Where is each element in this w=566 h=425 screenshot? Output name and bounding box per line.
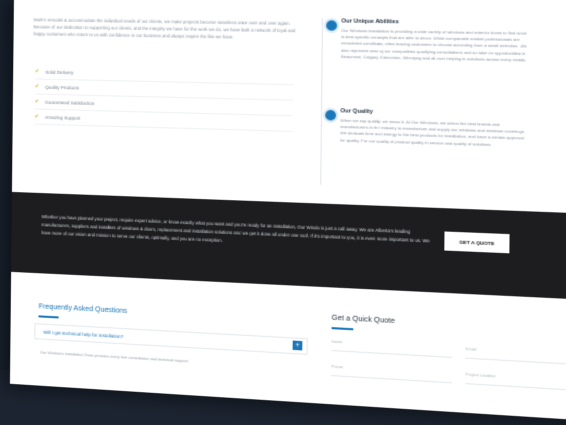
feature-quality: Our Quality When we say quality, we mean…: [322, 107, 533, 147]
get-a-quote-button[interactable]: GET A QUOTE: [444, 231, 510, 254]
feature-text: When we say quality, we mean it. At Our …: [340, 117, 526, 147]
banner-text: Whether you have planned your project, r…: [41, 214, 430, 244]
heading-underline: [38, 315, 59, 318]
faq-answer: Our Window's Installation Team provides …: [40, 350, 189, 364]
phone-field[interactable]: Phone: [331, 364, 452, 384]
badge-icon: [323, 18, 340, 33]
website-page: Mark's remodel & accommodate the individ…: [9, 0, 566, 425]
feature-text: Our Windows installation is providing a …: [340, 27, 527, 63]
plus-icon[interactable]: +: [292, 340, 303, 351]
check-icon: ✔: [34, 98, 40, 105]
benefits-list: ✔ Solid Delivery ✔ Quality Products ✔ Guara…: [34, 64, 294, 132]
cta-banner: Whether you have planned your project, r…: [11, 191, 566, 304]
intro-paragraph: Mark's remodel & accommodate the individ…: [33, 17, 296, 40]
faq-heading: Frequently Asked Questions: [38, 303, 128, 316]
feature-title: Our Quality: [340, 108, 374, 116]
feature-unique-abilities: Our Unique Abilities Our Windows install…: [323, 18, 535, 62]
faq-question: Will I get technical help for installati…: [43, 329, 124, 339]
name-field[interactable]: Name: [331, 339, 453, 358]
faq-question-toggle[interactable]: Will I get technical help for installati…: [34, 323, 308, 355]
feature-title: Our Unique Abilities: [341, 18, 399, 26]
location-field[interactable]: Project Location: [465, 372, 566, 392]
quote-heading: Get a Quick Quote: [331, 314, 395, 326]
email-field[interactable]: Email: [465, 346, 566, 366]
check-icon: ✔: [34, 113, 39, 120]
column-divider: [320, 18, 324, 185]
badge-icon: [322, 107, 339, 123]
check-icon: ✔: [34, 83, 40, 90]
check-icon: ✔: [35, 68, 40, 75]
heading-underline: [331, 327, 354, 330]
